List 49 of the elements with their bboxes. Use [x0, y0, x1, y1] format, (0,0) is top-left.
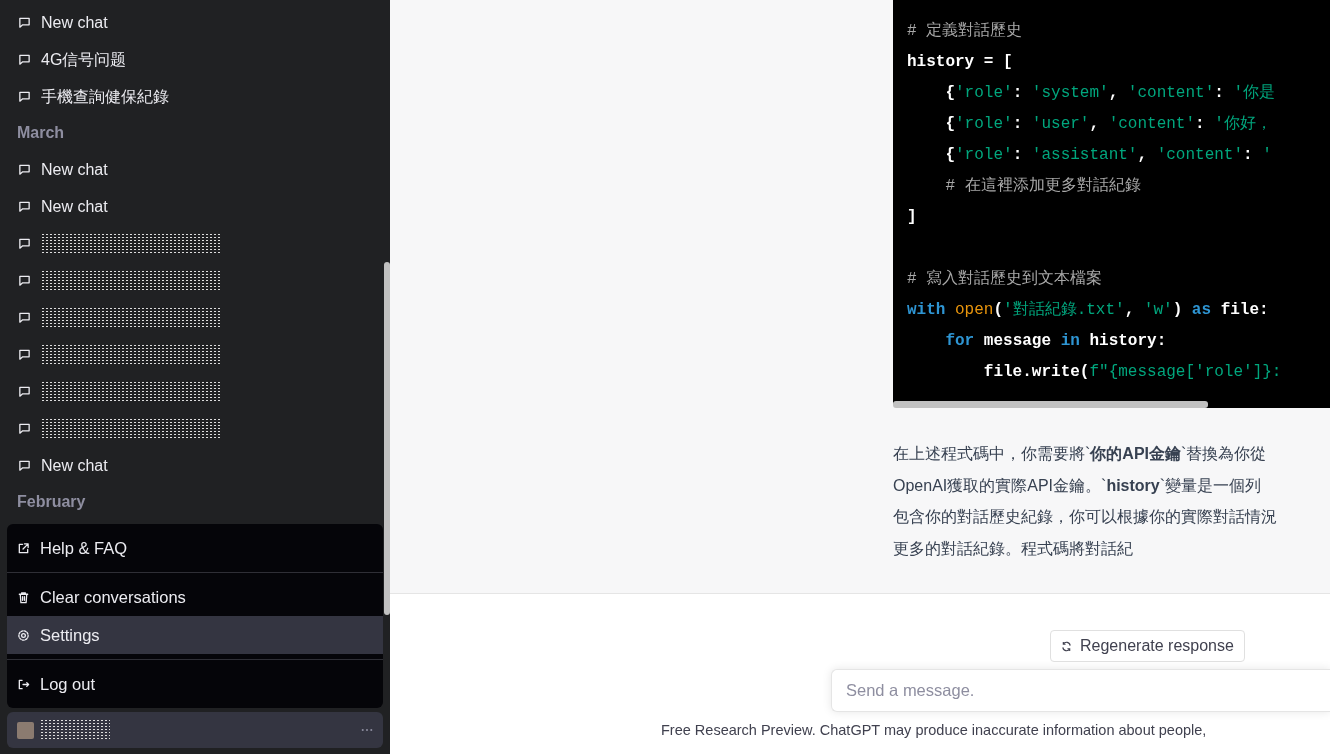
code-line: history = [: [907, 52, 1014, 73]
settings-icon: [17, 628, 30, 642]
chat-bubble-icon: [18, 200, 31, 213]
chat-bubble-icon: [18, 237, 31, 250]
code-line: ]: [907, 207, 918, 228]
menu-item[interactable]: Settings: [7, 616, 383, 654]
code-line: {'role': 'system', 'content': '你是: [944, 83, 1277, 104]
chat-bubble-icon: [18, 348, 31, 361]
chat-bubble-icon: [18, 311, 31, 324]
logout-icon: [17, 677, 30, 691]
code-line: for message in history:: [944, 331, 1168, 352]
code-line: {'role': 'user', 'content': '你好，: [944, 114, 1273, 135]
external-link-icon: [17, 541, 30, 555]
code-line: # 寫入對話歷史到文本檔案: [907, 268, 1104, 290]
disclaimer-text: Free Research Preview. ChatGPT may produce inaccurate information about people,: [661, 721, 1208, 740]
message-input[interactable]: Send a message.: [831, 669, 1330, 712]
scrollbar[interactable]: [384, 262, 390, 615]
chat-bubble-icon: [18, 90, 31, 103]
chat-item[interactable]: New chat: [41, 453, 108, 478]
code-line: {'role': 'assistant', 'content': ': [944, 145, 1273, 166]
chat-bubble-icon: [18, 163, 31, 176]
scrollbar[interactable]: [893, 401, 1208, 408]
date-heading: March: [16, 123, 66, 143]
regenerate-button[interactable]: Regenerate response: [1050, 630, 1245, 662]
chat-bubble-icon: [18, 459, 31, 472]
chat-bubble-icon: [18, 16, 31, 29]
menu-item[interactable]: Log out: [7, 665, 383, 703]
code-line: with open('對話紀錄.txt', 'w') as file:: [907, 300, 1270, 321]
chat-item[interactable]: New chat: [41, 10, 108, 35]
chat-bubble-icon: [18, 53, 31, 66]
more-icon: [361, 728, 373, 732]
code-line: file.write(f"{message['role']}:: [982, 362, 1283, 383]
code-line: # 定義對話歷史: [907, 21, 1024, 42]
chat-bubble-icon: [18, 385, 31, 398]
avatar-placeholder: [17, 721, 34, 739]
user-button[interactable]: [7, 712, 383, 748]
refresh-icon: [1061, 640, 1072, 652]
chat-item[interactable]: 4G信号问题: [41, 47, 127, 72]
answer-paragraph: 在上述程式碼中，你需要將`你的API金鑰`替換為你從 OpenAI獲取的實際API金鑰。`history`變量是一個列 包含你的對話歷史紀錄，你可以根據你的實際對話情況 更多的對話紀錄。程式碼將對話紀: [893, 444, 1278, 559]
chat-item[interactable]: New chat: [41, 194, 108, 219]
menu-item[interactable]: Clear conversations: [7, 578, 383, 616]
menu-item[interactable]: Help & FAQ: [7, 529, 383, 567]
chat-item[interactable]: New chat: [41, 157, 108, 182]
date-heading: February: [16, 492, 87, 512]
chat-bubble-icon: [18, 274, 31, 287]
chat-bubble-icon: [18, 422, 31, 435]
code-line: # 在這裡添加更多對話紀錄: [944, 175, 1142, 197]
trash-icon: [17, 590, 30, 604]
chat-item[interactable]: 手機查詢健保紀錄: [41, 84, 169, 109]
